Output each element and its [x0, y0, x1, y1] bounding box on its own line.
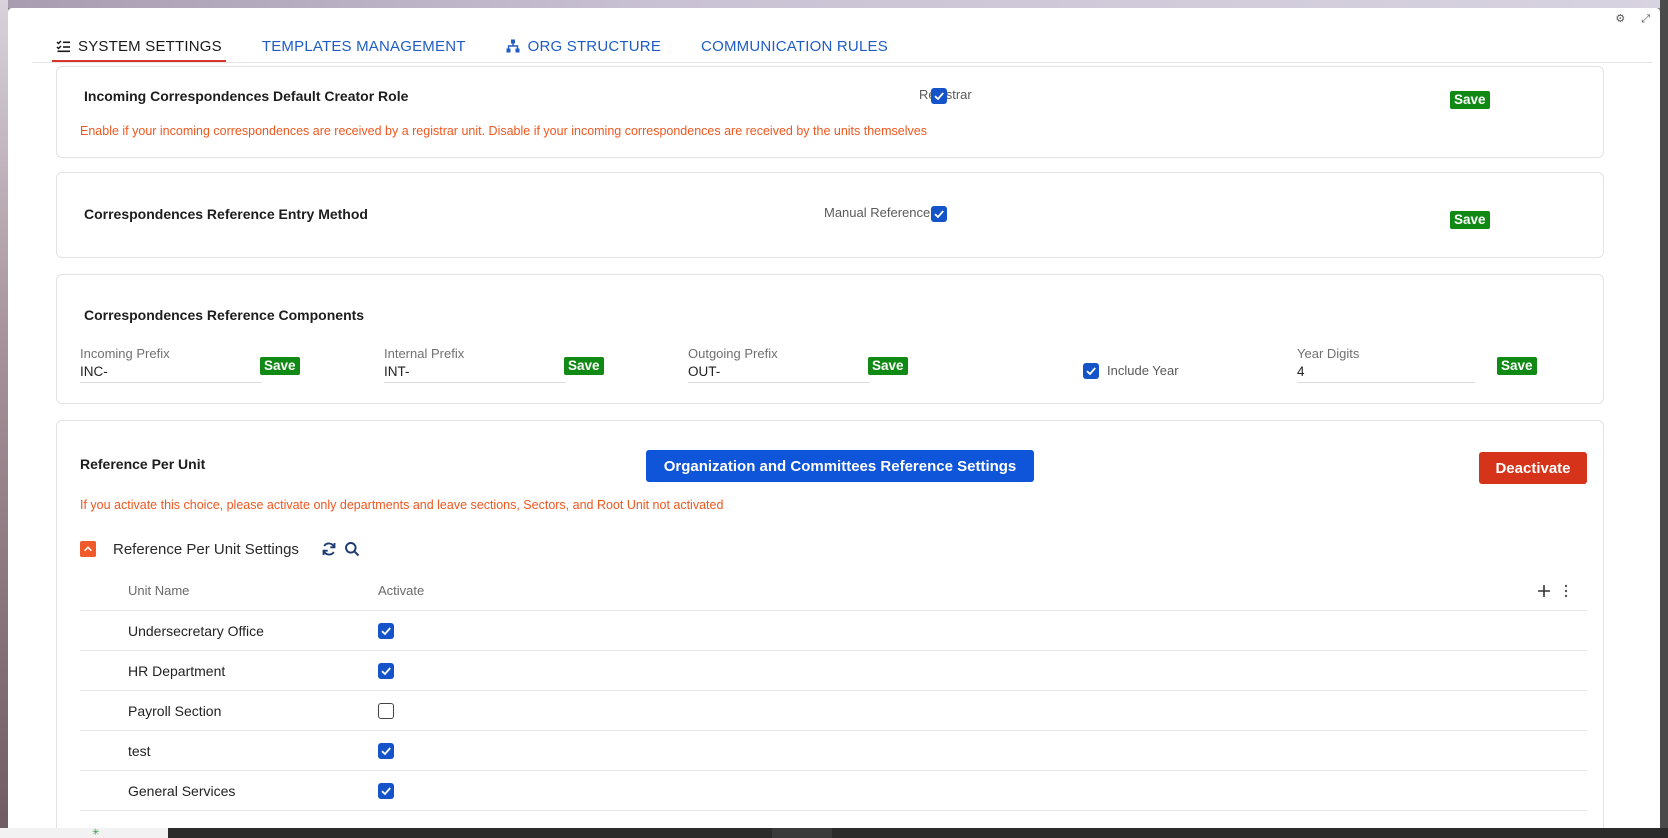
collapse-button[interactable] — [80, 541, 96, 557]
reference-components-title: Correspondences Reference Components — [84, 307, 365, 323]
default-creator-title: Incoming Correspondences Default Creator… — [84, 88, 409, 104]
chevron-up-icon — [84, 546, 92, 552]
activate-checkbox[interactable] — [378, 663, 394, 679]
tab-communication-rules-label: COMMUNICATION RULES — [701, 37, 888, 55]
more-options-icon[interactable] — [1563, 584, 1569, 598]
reference-components-card: Correspondences Reference Components Inc… — [56, 274, 1604, 404]
refresh-icon[interactable] — [321, 541, 337, 557]
settings-window: ⚙ ⤢ SYSTEM SETTINGS TEMPLATES MANAGEMENT — [8, 8, 1660, 828]
check-icon — [381, 627, 391, 636]
internal-prefix-input[interactable] — [384, 361, 566, 383]
taskbar: ✳ — [0, 828, 1668, 838]
taskbar-start-area[interactable] — [0, 828, 168, 838]
search-icon[interactable] — [344, 541, 360, 557]
reference-per-unit-note: If you activate this choice, please acti… — [80, 498, 724, 512]
check-icon — [381, 787, 391, 796]
tab-bar-divider — [32, 62, 1652, 63]
reference-per-unit-title: Reference Per Unit — [80, 456, 206, 472]
unit-name-cell: test — [128, 743, 151, 759]
registrar-checkbox[interactable] — [931, 88, 947, 104]
check-icon — [381, 747, 391, 756]
column-activate[interactable]: Activate — [378, 583, 424, 598]
column-unit-name[interactable]: Unit Name — [128, 583, 189, 598]
tab-org-structure-label: ORG STRUCTURE — [527, 37, 662, 55]
default-creator-save-button[interactable]: Save — [1450, 91, 1490, 109]
app-logo-icon: ✳ — [92, 828, 100, 838]
table-row[interactable]: General Services — [80, 771, 1587, 811]
activate-checkbox[interactable] — [378, 623, 394, 639]
table-header: Unit Name Activate — [80, 571, 1587, 611]
taskbar-active-item[interactable] — [772, 828, 832, 838]
tab-bar: SYSTEM SETTINGS TEMPLATES MANAGEMENT ORG… — [52, 30, 892, 62]
check-icon — [934, 210, 944, 219]
window-controls: ⚙ ⤢ — [1615, 12, 1650, 26]
check-icon — [381, 667, 391, 676]
entry-method-title: Correspondences Reference Entry Method — [84, 206, 368, 222]
outgoing-prefix-label: Outgoing Prefix — [688, 346, 778, 361]
activate-checkbox[interactable] — [378, 703, 394, 719]
unit-name-cell: General Services — [128, 783, 236, 799]
checklist-icon — [56, 40, 70, 53]
deactivate-button[interactable]: Deactivate — [1479, 452, 1587, 484]
entry-method-save-button[interactable]: Save — [1450, 211, 1490, 229]
table-row[interactable]: Payroll Section — [80, 691, 1587, 731]
manual-reference-checkbox[interactable] — [931, 206, 947, 222]
tab-communication-rules[interactable]: COMMUNICATION RULES — [697, 30, 892, 62]
internal-prefix-label: Internal Prefix — [384, 346, 465, 361]
expand-icon[interactable]: ⤢ — [1641, 12, 1650, 26]
include-year-checkbox[interactable] — [1083, 363, 1099, 379]
year-digits-input[interactable] — [1297, 361, 1475, 383]
tab-system-settings[interactable]: SYSTEM SETTINGS — [52, 30, 226, 62]
internal-prefix-save-button[interactable]: Save — [564, 357, 604, 375]
reference-per-unit-card: Reference Per Unit Organization and Comm… — [56, 420, 1604, 828]
outgoing-prefix-save-button[interactable]: Save — [868, 357, 908, 375]
tab-system-settings-label: SYSTEM SETTINGS — [78, 37, 222, 55]
table-row[interactable]: test — [80, 731, 1587, 771]
tab-templates-management-label: TEMPLATES MANAGEMENT — [261, 37, 466, 55]
unit-name-cell: Payroll Section — [128, 703, 222, 719]
outgoing-prefix-input[interactable] — [688, 361, 870, 383]
desktop-background-right — [1660, 0, 1668, 838]
check-icon — [1086, 367, 1096, 376]
activate-checkbox[interactable] — [378, 783, 394, 799]
reference-per-unit-settings-title: Reference Per Unit Settings — [113, 541, 299, 558]
table-row[interactable]: Undersecretary Office — [80, 611, 1587, 651]
unit-name-cell: HR Department — [128, 663, 226, 679]
org-committees-reference-settings-button[interactable]: Organization and Committees Reference Se… — [646, 450, 1034, 482]
unit-name-cell: Undersecretary Office — [128, 623, 264, 639]
tab-org-structure[interactable]: ORG STRUCTURE — [502, 30, 665, 62]
activate-checkbox[interactable] — [378, 743, 394, 759]
default-creator-card: Incoming Correspondences Default Creator… — [56, 66, 1604, 158]
desktop-background-top — [0, 0, 1668, 8]
year-digits-save-button[interactable]: Save — [1497, 357, 1537, 375]
table-row[interactable]: HR Department — [80, 651, 1587, 691]
org-chart-icon — [506, 39, 520, 53]
incoming-prefix-label: Incoming Prefix — [80, 346, 170, 361]
default-creator-note: Enable if your incoming correspondences … — [80, 124, 927, 138]
desktop-background-left — [0, 0, 8, 838]
year-digits-label: Year Digits — [1297, 346, 1360, 361]
check-icon — [934, 92, 944, 101]
add-icon[interactable] — [1537, 584, 1551, 598]
incoming-prefix-save-button[interactable]: Save — [260, 357, 300, 375]
incoming-prefix-input[interactable] — [80, 361, 262, 383]
tab-templates-management[interactable]: TEMPLATES MANAGEMENT — [258, 30, 470, 62]
include-year-label: Include Year — [1107, 363, 1179, 378]
settings-gear-icon[interactable]: ⚙ — [1615, 12, 1625, 26]
entry-method-card: Correspondences Reference Entry Method M… — [56, 172, 1604, 258]
manual-reference-label: Manual Reference — [824, 205, 931, 220]
